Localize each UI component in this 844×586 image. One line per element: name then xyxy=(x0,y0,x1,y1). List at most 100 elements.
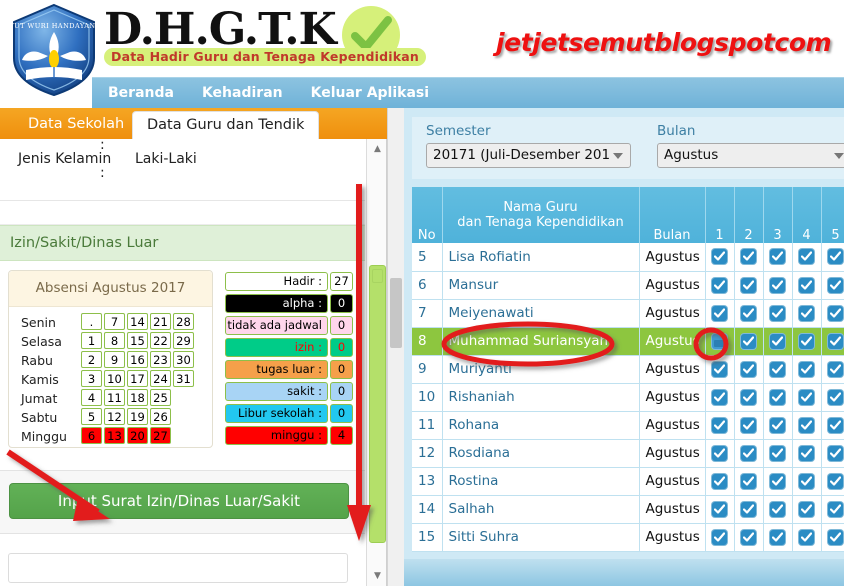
calendar-date-cell[interactable]: 16 xyxy=(127,351,148,368)
table-row[interactable]: 15 Sitti Suhra Agustus xyxy=(412,523,844,552)
attendance-checkbox-checked[interactable] xyxy=(770,417,785,433)
page-scrollbar-thumb[interactable] xyxy=(390,278,402,348)
attendance-checkbox-checked[interactable] xyxy=(741,473,756,489)
cell-attendance-day[interactable] xyxy=(734,271,764,300)
scroll-up-arrow-icon[interactable]: ▲ xyxy=(370,142,385,156)
cell-attendance-day[interactable] xyxy=(734,411,764,440)
attendance-checkbox-checked[interactable] xyxy=(712,473,727,489)
calendar-date-cell[interactable]: 3 xyxy=(81,370,102,387)
calendar-date-cell[interactable]: 6 xyxy=(81,427,102,444)
attendance-checkbox-checked[interactable] xyxy=(799,361,814,377)
cell-attendance-day[interactable] xyxy=(763,467,793,496)
attendance-checkbox-checked[interactable] xyxy=(741,389,756,405)
attendance-checkbox-checked[interactable] xyxy=(712,417,727,433)
cell-attendance-day[interactable] xyxy=(792,271,822,300)
calendar-date-cell[interactable]: 10 xyxy=(104,370,125,387)
attendance-checkbox-checked[interactable] xyxy=(741,361,756,377)
cell-nama[interactable]: Meiyenawati xyxy=(442,299,640,328)
attendance-checkbox-checked[interactable] xyxy=(712,361,727,377)
attendance-checkbox-checked[interactable] xyxy=(712,305,727,321)
cell-attendance-day[interactable] xyxy=(792,411,822,440)
attendance-checkbox-checked[interactable] xyxy=(770,473,785,489)
attendance-checkbox-checked[interactable] xyxy=(828,417,843,433)
attendance-checkbox-checked[interactable] xyxy=(741,417,756,433)
cell-attendance-day[interactable] xyxy=(821,243,844,272)
semester-select[interactable]: 20171 (Juli-Desember 201 xyxy=(426,143,631,168)
cell-attendance-day[interactable] xyxy=(763,411,793,440)
tab-data-sekolah[interactable]: Data Sekolah xyxy=(14,110,138,139)
cell-attendance-day[interactable] xyxy=(792,299,822,328)
calendar-date-cell[interactable]: 9 xyxy=(104,351,125,368)
cell-attendance-day[interactable] xyxy=(705,495,735,524)
attendance-checkbox-checked[interactable] xyxy=(712,501,727,517)
calendar-date-cell[interactable]: 27 xyxy=(150,427,171,444)
tab-data-guru-dan-tendik[interactable]: Data Guru dan Tendik xyxy=(132,111,320,140)
attendance-checkbox-checked[interactable] xyxy=(799,249,814,265)
attendance-checkbox-checked[interactable] xyxy=(770,445,785,461)
calendar-date-cell[interactable]: 15 xyxy=(127,332,148,349)
cell-attendance-day[interactable] xyxy=(763,299,793,328)
attendance-checkbox-checked[interactable] xyxy=(770,277,785,293)
table-row[interactable]: 12 Rosdiana Agustus xyxy=(412,439,844,468)
cell-nama[interactable]: Muhammad Suriansyah xyxy=(442,327,640,356)
cell-attendance-day[interactable] xyxy=(763,383,793,412)
cell-attendance-day[interactable] xyxy=(821,495,844,524)
cell-attendance-day[interactable] xyxy=(734,383,764,412)
cell-attendance-day[interactable] xyxy=(763,243,793,272)
nav-item-kehadiran[interactable]: Kehadiran xyxy=(190,78,295,109)
calendar-date-cell[interactable]: 29 xyxy=(173,332,194,349)
attendance-checkbox-checked[interactable] xyxy=(799,501,814,517)
attendance-checkbox-checked[interactable] xyxy=(741,277,756,293)
cell-nama[interactable]: Rohana xyxy=(442,411,640,440)
cell-attendance-day[interactable] xyxy=(821,327,844,356)
attendance-checkbox-checked[interactable] xyxy=(799,445,814,461)
attendance-checkbox-checked[interactable] xyxy=(799,529,814,545)
attendance-checkbox-checked[interactable] xyxy=(828,333,843,349)
cell-attendance-day[interactable] xyxy=(821,523,844,552)
calendar-date-cell[interactable]: 7 xyxy=(104,313,125,330)
cell-nama[interactable]: Salhah xyxy=(442,495,640,524)
bulan-select[interactable]: Agustus xyxy=(657,143,844,168)
calendar-date-cell[interactable]: 28 xyxy=(173,313,194,330)
left-panel-scrollbar[interactable]: ▲ ▼ xyxy=(366,139,386,586)
calendar-date-cell[interactable]: 20 xyxy=(127,427,148,444)
calendar-date-cell[interactable]: 5 xyxy=(81,408,102,425)
table-row[interactable]: 11 Rohana Agustus xyxy=(412,411,844,440)
calendar-date-cell[interactable]: 25 xyxy=(150,389,171,406)
cell-attendance-day[interactable] xyxy=(734,439,764,468)
table-row[interactable]: 7 Meiyenawati Agustus xyxy=(412,299,844,328)
cell-nama[interactable]: Lisa Rofiatin xyxy=(442,243,640,272)
calendar-date-cell[interactable]: 24 xyxy=(150,370,171,387)
attendance-checkbox-checked[interactable] xyxy=(799,305,814,321)
cell-attendance-day[interactable] xyxy=(763,355,793,384)
cell-attendance-day[interactable] xyxy=(821,299,844,328)
attendance-checkbox-checked[interactable] xyxy=(741,501,756,517)
attendance-checkbox-checked[interactable] xyxy=(828,501,843,517)
attendance-checkbox-checked[interactable] xyxy=(828,249,843,265)
cell-attendance-day[interactable] xyxy=(734,299,764,328)
attendance-checkbox-checked[interactable] xyxy=(712,389,727,405)
attendance-checkbox-checked[interactable] xyxy=(828,389,843,405)
attendance-checkbox-checked[interactable] xyxy=(741,305,756,321)
cell-attendance-day[interactable] xyxy=(821,271,844,300)
calendar-date-cell[interactable]: 17 xyxy=(127,370,148,387)
calendar-date-cell[interactable]: 22 xyxy=(150,332,171,349)
calendar-date-cell[interactable]: 21 xyxy=(150,313,171,330)
cell-nama[interactable]: Sitti Suhra xyxy=(442,523,640,552)
attendance-checkbox-checked[interactable] xyxy=(770,249,785,265)
cell-attendance-day[interactable] xyxy=(705,439,735,468)
cell-attendance-day[interactable] xyxy=(705,299,735,328)
cell-attendance-day[interactable] xyxy=(763,495,793,524)
table-row[interactable]: 9 Muriyanti Agustus xyxy=(412,355,844,384)
table-row[interactable]: 14 Salhah Agustus xyxy=(412,495,844,524)
attendance-checkbox-checked[interactable] xyxy=(828,529,843,545)
cell-attendance-day[interactable] xyxy=(792,495,822,524)
attendance-checkbox-checked[interactable] xyxy=(770,305,785,321)
attendance-checkbox-checked[interactable] xyxy=(799,333,814,349)
cell-attendance-day[interactable] xyxy=(792,383,822,412)
calendar-date-cell[interactable]: 4 xyxy=(81,389,102,406)
cell-attendance-day[interactable] xyxy=(763,327,793,356)
attendance-checkbox-checked[interactable] xyxy=(828,277,843,293)
cell-attendance-day[interactable] xyxy=(792,243,822,272)
cell-attendance-day[interactable] xyxy=(734,327,764,356)
